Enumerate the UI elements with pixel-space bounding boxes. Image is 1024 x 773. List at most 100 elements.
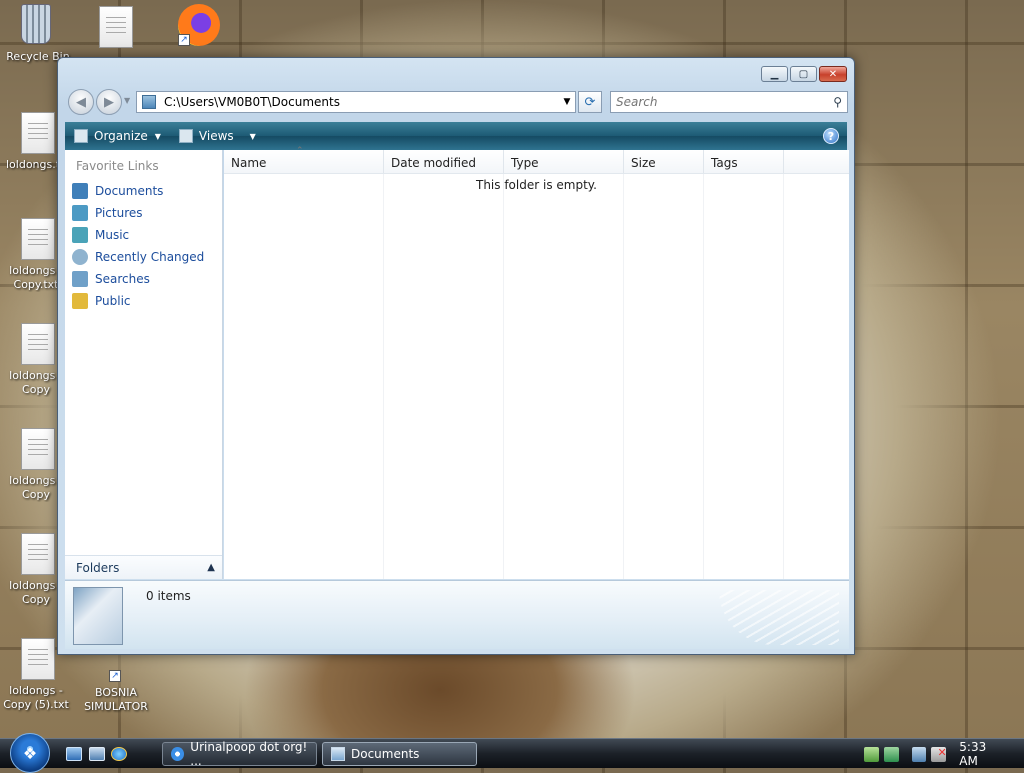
- search-box[interactable]: ⚲: [610, 91, 848, 113]
- favorite-link-label: Public: [95, 294, 131, 308]
- folder-icon: [331, 747, 345, 761]
- explorer-window: ▁ ▢ ✕ ◀ ▶ ▼ C:\Users\VM0B0T\Documents ▼ …: [57, 57, 855, 655]
- address-bar[interactable]: C:\Users\VM0B0T\Documents ▼: [136, 91, 576, 113]
- column-header-type[interactable]: Type: [504, 150, 624, 173]
- refresh-button[interactable]: ⟳: [578, 91, 602, 113]
- volume-muted-icon[interactable]: ✕: [931, 745, 947, 762]
- taskbar-button-browser[interactable]: Urinalpoop dot org! ...: [162, 740, 317, 768]
- network-icon[interactable]: [864, 746, 879, 762]
- empty-folder-message: This folder is empty.: [476, 178, 597, 192]
- desktop-icon-firefox[interactable]: ↗: [155, 4, 235, 50]
- item-count: 0 items: [146, 589, 191, 603]
- taskbar: ❖ Urinalpoop dot org! ... Documents ✕ 5:…: [0, 733, 1024, 773]
- text-file-icon: [21, 428, 55, 470]
- favorite-link-label: Pictures: [95, 206, 143, 220]
- text-file-icon: [21, 112, 55, 154]
- minimize-icon: ▁: [770, 68, 779, 80]
- column-headers: Name Date modified Type Size Tags: [224, 146, 849, 174]
- folders-toggle[interactable]: Folders ▲: [65, 555, 222, 579]
- recently-changed-icon: [72, 249, 88, 265]
- shortcut-arrow-icon: ↗: [178, 34, 190, 46]
- taskbar-button-documents[interactable]: Documents: [322, 742, 477, 766]
- mute-x-icon: ✕: [937, 745, 947, 759]
- organize-label: Organize: [94, 129, 148, 143]
- desktop-icon-recycle-bin[interactable]: Recycle Bin: [0, 4, 78, 64]
- windows-update-icon[interactable]: [883, 746, 899, 762]
- close-icon: ✕: [828, 68, 838, 80]
- back-button[interactable]: ◀: [68, 89, 94, 115]
- caption-buttons: ▁ ▢ ✕: [761, 66, 847, 82]
- organize-icon: [74, 129, 88, 143]
- browser-icon: [171, 747, 185, 761]
- forward-button[interactable]: ▶: [96, 89, 122, 115]
- pictures-icon: [72, 205, 88, 221]
- address-text[interactable]: C:\Users\VM0B0T\Documents: [164, 95, 340, 109]
- refresh-icon: ⟳: [584, 94, 596, 110]
- text-file-icon: [21, 218, 55, 260]
- desktop-icon-label: BOSNIA SIMULATOR: [84, 686, 148, 713]
- chevron-down-icon: ▼: [249, 131, 256, 141]
- desktop-icon-label: loldongs - Copy (5).txt: [3, 684, 69, 711]
- folder-icon: [142, 95, 156, 109]
- search-icon[interactable]: ⚲: [833, 95, 842, 109]
- favorite-link-documents[interactable]: Documents: [65, 180, 222, 202]
- column-header-date-modified[interactable]: Date modified: [384, 150, 504, 173]
- favorite-link-label: Documents: [95, 184, 164, 198]
- app-shortcut-icon: ↗: [99, 656, 133, 682]
- details-pane: 0 items: [65, 580, 849, 649]
- arrow-left-icon: ◀: [76, 94, 86, 110]
- text-file-icon: [21, 533, 55, 575]
- column-header-name[interactable]: Name: [224, 146, 384, 173]
- column-header-size[interactable]: Size: [624, 150, 704, 173]
- views-button[interactable]: Views ▼: [170, 122, 265, 150]
- file-list: Name Date modified Type Size Tags This f…: [224, 146, 849, 579]
- organize-button[interactable]: Organize ▼: [65, 122, 170, 150]
- column-header-tags[interactable]: Tags: [704, 150, 784, 173]
- maximize-button[interactable]: ▢: [790, 66, 817, 82]
- system-tray: ✕ 5:33 AM: [864, 739, 1024, 769]
- help-icon: ?: [827, 129, 835, 143]
- task-label: Documents: [351, 747, 420, 761]
- desktop-icon-text-file[interactable]: [76, 6, 156, 52]
- text-file-icon: [21, 638, 55, 680]
- clock[interactable]: 5:33 AM: [959, 740, 1008, 768]
- maximize-icon: ▢: [798, 68, 809, 80]
- favorite-link-pictures[interactable]: Pictures: [65, 202, 222, 224]
- recycle-bin-icon: [21, 4, 55, 46]
- help-button[interactable]: ?: [823, 128, 839, 144]
- column-divider: [384, 174, 504, 579]
- internet-explorer-icon[interactable]: [111, 747, 127, 761]
- chevron-down-icon[interactable]: ▼: [559, 97, 575, 107]
- chevron-up-icon: ▲: [207, 562, 215, 573]
- task-label: Urinalpoop dot org! ...: [190, 740, 308, 768]
- column-divider: [224, 174, 384, 579]
- favorite-link-recently-changed[interactable]: Recently Changed: [65, 246, 222, 268]
- text-file-icon: [21, 323, 55, 365]
- recent-pages-dropdown-icon[interactable]: ▼: [124, 96, 130, 105]
- search-input[interactable]: [616, 95, 816, 109]
- show-desktop-icon[interactable]: [66, 747, 82, 761]
- favorite-link-music[interactable]: Music: [65, 224, 222, 246]
- views-icon: [178, 129, 193, 143]
- documents-icon: [72, 183, 88, 199]
- monitor-icon[interactable]: [911, 746, 927, 762]
- folder-icon: [72, 293, 88, 309]
- start-button[interactable]: ❖: [10, 733, 50, 773]
- column-divider: [624, 174, 704, 579]
- minimize-button[interactable]: ▁: [761, 66, 788, 82]
- favorite-link-label: Recently Changed: [95, 250, 205, 264]
- switch-windows-icon[interactable]: [89, 747, 105, 761]
- chevron-down-icon: ▼: [154, 131, 161, 141]
- favorite-link-public[interactable]: Public: [65, 290, 222, 312]
- close-button[interactable]: ✕: [819, 66, 847, 82]
- text-file-icon: [99, 6, 133, 48]
- searches-icon: [72, 271, 88, 287]
- shortcut-arrow-icon: ↗: [109, 670, 121, 682]
- command-toolbar: Organize ▼ Views ▼ ?: [65, 122, 847, 150]
- column-divider: [504, 174, 624, 579]
- music-icon: [72, 227, 88, 243]
- favorite-link-searches[interactable]: Searches: [65, 268, 222, 290]
- navigation-bar: ◀ ▶ ▼ C:\Users\VM0B0T\Documents ▼ ⟳ ⚲: [66, 88, 848, 116]
- desktop-icon-bosnia-simulator[interactable]: ↗ BOSNIA SIMULATOR: [76, 656, 156, 714]
- navigation-pane: Favorite Links Documents Pictures Music …: [65, 150, 223, 579]
